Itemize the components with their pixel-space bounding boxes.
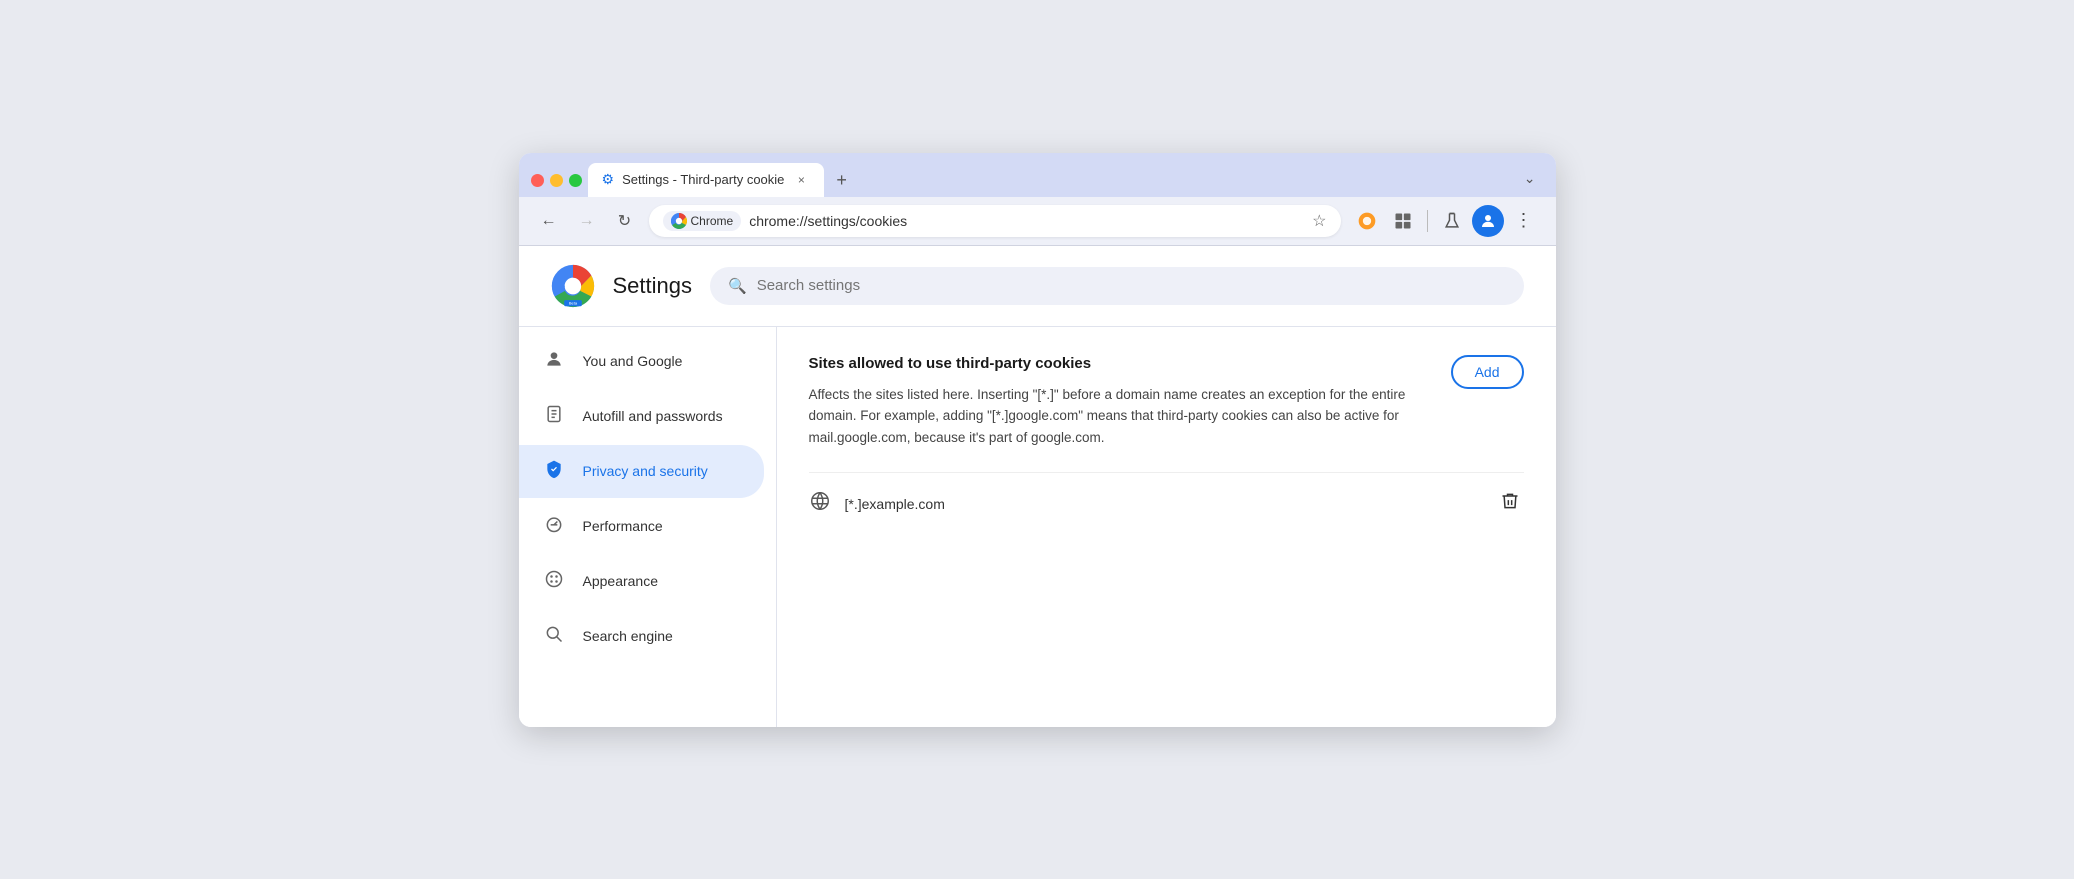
autofill-icon bbox=[543, 404, 565, 429]
sidebar: You and Google Autofill and passwords bbox=[519, 327, 777, 727]
sidebar-item-autofill[interactable]: Autofill and passwords bbox=[519, 390, 764, 443]
window-controls bbox=[531, 174, 582, 197]
clipboard-svg bbox=[544, 404, 564, 424]
refresh-button[interactable]: ↻ bbox=[611, 207, 639, 235]
address-bar: ← → ↻ Chrome ☆ bbox=[519, 197, 1556, 246]
delete-cookie-button[interactable] bbox=[1496, 487, 1524, 520]
chrome-logo: Beta bbox=[551, 264, 595, 308]
toolbar-divider bbox=[1427, 210, 1428, 232]
profile-avatar[interactable] bbox=[1472, 205, 1504, 237]
more-options-button[interactable]: ⋮ bbox=[1508, 205, 1540, 237]
bookmark-star-icon[interactable]: ☆ bbox=[1312, 211, 1326, 231]
forward-button[interactable]: → bbox=[573, 207, 601, 235]
settings-header: Beta Settings 🔍 bbox=[519, 246, 1556, 327]
section-header-row: Sites allowed to use third-party cookies… bbox=[809, 355, 1524, 449]
shield-svg bbox=[544, 459, 564, 479]
sidebar-item-appearance[interactable]: Appearance bbox=[519, 555, 764, 608]
url-badge: Chrome bbox=[663, 211, 742, 231]
url-badge-label: Chrome bbox=[691, 214, 734, 228]
toolbar-icons: ⋮ bbox=[1351, 205, 1540, 237]
back-button[interactable]: ← bbox=[535, 207, 563, 235]
sidebar-label-appearance: Appearance bbox=[583, 573, 659, 589]
sidebar-label-performance: Performance bbox=[583, 518, 663, 534]
lab-icon-button[interactable] bbox=[1436, 205, 1468, 237]
minimize-window-button[interactable] bbox=[550, 174, 563, 187]
section-text: Sites allowed to use third-party cookies… bbox=[809, 355, 1451, 449]
tab-close-button[interactable]: × bbox=[792, 171, 810, 189]
palette-svg bbox=[544, 569, 564, 589]
settings-layout: You and Google Autofill and passwords bbox=[519, 327, 1556, 727]
settings-page-title: Settings bbox=[613, 273, 693, 299]
cookie-domain-text: [*.]example.com bbox=[845, 496, 1482, 512]
tab-expand-button[interactable]: ⌄ bbox=[1516, 164, 1544, 197]
beaker-icon bbox=[1442, 211, 1462, 231]
tab-title: Settings - Third-party cookie bbox=[622, 172, 784, 187]
chrome-icon-small bbox=[671, 213, 687, 229]
main-panel: Sites allowed to use third-party cookies… bbox=[777, 327, 1556, 727]
person-svg bbox=[544, 349, 564, 369]
url-bar: Chrome ☆ bbox=[649, 205, 1341, 237]
appearance-icon bbox=[543, 569, 565, 594]
cookie-entry: [*.]example.com bbox=[809, 472, 1524, 534]
shield-icon bbox=[543, 459, 565, 484]
title-bar: ⚙ Settings - Third-party cookie × + ⌄ bbox=[519, 153, 1556, 197]
sidebar-label-you-and-google: You and Google bbox=[583, 353, 683, 369]
search-engine-icon bbox=[543, 624, 565, 649]
sidebar-label-autofill: Autofill and passwords bbox=[583, 408, 723, 424]
section-description: Affects the sites listed here. Inserting… bbox=[809, 384, 1451, 449]
search-input[interactable] bbox=[757, 277, 1506, 294]
extension-svg bbox=[1357, 211, 1377, 231]
search-svg bbox=[544, 624, 564, 644]
performance-icon bbox=[543, 514, 565, 539]
sidebar-item-performance[interactable]: Performance bbox=[519, 500, 764, 553]
extension-icon[interactable] bbox=[1351, 205, 1383, 237]
person-icon bbox=[1479, 212, 1497, 230]
search-bar[interactable]: 🔍 bbox=[710, 267, 1524, 305]
url-input[interactable] bbox=[749, 213, 1304, 229]
search-icon: 🔍 bbox=[728, 277, 747, 295]
sidebar-item-search-engine[interactable]: Search engine bbox=[519, 610, 764, 663]
gauge-svg bbox=[544, 514, 564, 534]
sidebar-label-privacy: Privacy and security bbox=[583, 463, 708, 479]
new-tab-button[interactable]: + bbox=[828, 164, 855, 197]
tab-bar: ⚙ Settings - Third-party cookie × + bbox=[588, 163, 1510, 197]
extensions-button[interactable] bbox=[1387, 205, 1419, 237]
sidebar-item-privacy[interactable]: Privacy and security bbox=[519, 445, 764, 498]
section-title: Sites allowed to use third-party cookies bbox=[809, 355, 1451, 372]
person-sidebar-icon bbox=[543, 349, 565, 374]
tab-settings-icon: ⚙ bbox=[602, 171, 615, 188]
puzzle-icon bbox=[1393, 211, 1413, 231]
close-window-button[interactable] bbox=[531, 174, 544, 187]
svg-text:Beta: Beta bbox=[568, 300, 577, 305]
chrome-logo-svg: Beta bbox=[551, 264, 595, 308]
add-button[interactable]: Add bbox=[1451, 355, 1524, 389]
sidebar-label-search-engine: Search engine bbox=[583, 628, 673, 644]
active-tab[interactable]: ⚙ Settings - Third-party cookie × bbox=[588, 163, 825, 197]
browser-window: ⚙ Settings - Third-party cookie × + ⌄ ← … bbox=[519, 153, 1556, 727]
page-body: Beta Settings 🔍 You bbox=[519, 246, 1556, 727]
sidebar-item-you-and-google[interactable]: You and Google bbox=[519, 335, 764, 388]
globe-svg bbox=[809, 490, 831, 512]
globe-icon bbox=[809, 490, 831, 518]
maximize-window-button[interactable] bbox=[569, 174, 582, 187]
trash-icon bbox=[1500, 491, 1520, 511]
